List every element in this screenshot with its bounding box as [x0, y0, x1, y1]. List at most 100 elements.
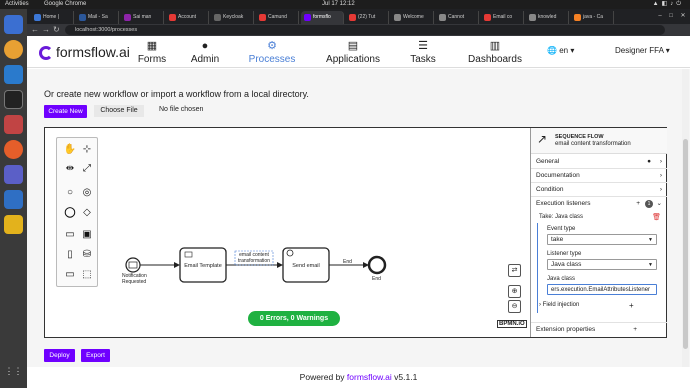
group-condition[interactable]: Condition › — [531, 183, 667, 197]
bpmn-io-watermark[interactable]: BPMN.iO — [497, 320, 527, 328]
language-selector[interactable]: 🌐 en ▾ — [547, 46, 574, 55]
footer-brand-link[interactable]: formsflow.ai — [347, 372, 392, 382]
nav-applications-label: Applications — [326, 54, 380, 65]
scrollbar-thumb[interactable] — [683, 139, 688, 349]
activities-button[interactable]: Activities — [5, 0, 29, 9]
close-window-icon[interactable]: ✕ — [679, 12, 687, 20]
browser-tab[interactable]: Sai man — [121, 11, 164, 24]
writer-app-icon[interactable] — [4, 190, 23, 209]
browser-toolbar: ← → ↻ localhost:3000/processes — [27, 24, 690, 36]
browser-tab[interactable]: (22) Tut — [346, 11, 389, 24]
terminal-app-icon[interactable] — [4, 90, 23, 109]
nav-processes[interactable]: ⚙ Processes — [247, 40, 297, 65]
java-class-input[interactable]: ers.execution.EmailAttributesListener — [547, 284, 657, 295]
browser-tab[interactable]: Keycloak — [211, 11, 254, 24]
align-tool-icon[interactable]: ⇄ — [508, 264, 521, 277]
validation-status-badge[interactable]: 0 Errors, 0 Warnings — [248, 311, 340, 326]
tab-favicon-icon — [529, 14, 536, 21]
reload-icon[interactable]: ↻ — [53, 25, 60, 35]
active-app-label: Google Chrome — [44, 1, 87, 7]
files-app-icon[interactable] — [4, 15, 23, 34]
choose-file-button[interactable]: Choose File — [94, 105, 144, 117]
nav-dashboards[interactable]: ▥ Dashboards — [463, 40, 527, 65]
tasks-icon: ☰ — [418, 40, 428, 52]
dropdown-icon: ▼ — [648, 237, 653, 243]
zoom-in-icon[interactable]: ⊕ — [508, 285, 521, 298]
bpmn-canvas[interactable]: ✋ ⊹ ⇹ ⤢ ○ ◎ ◯ ◇ ▭ ▣ ▯ ⛁ ▭ ⬚ Notification… — [45, 128, 530, 337]
browser-tab[interactable]: Welcome — [391, 11, 434, 24]
chrome-app-icon[interactable] — [4, 40, 23, 59]
formsflow-logo[interactable]: formsflow.ai — [39, 44, 130, 60]
nav-admin[interactable]: ● Admin — [185, 40, 225, 65]
browser-tab[interactable]: formsflo — [301, 11, 344, 24]
properties-header: ↗ SEQUENCE FLOW email content transforma… — [531, 128, 667, 154]
tab-favicon-icon — [439, 14, 446, 21]
maximize-icon[interactable]: □ — [667, 12, 675, 20]
tab-label: Cannot — [448, 14, 465, 20]
end-event[interactable] — [367, 255, 387, 275]
browser-tab[interactable]: Home | — [31, 11, 74, 24]
browser-tab[interactable]: Account — [166, 11, 209, 24]
browser-tab[interactable]: java - Ca — [571, 11, 614, 24]
user-menu[interactable]: Designer FFA ▾ — [615, 46, 670, 55]
browser-tab[interactable]: Email co — [481, 11, 524, 24]
add-extension-icon[interactable]: + — [633, 323, 637, 337]
user-name: Designer FFA — [615, 46, 664, 55]
field-injection-row[interactable]: › Field injection — [539, 302, 579, 308]
forms-icon: ▦ — [146, 40, 158, 52]
group-extension-properties[interactable]: Extension properties + — [531, 322, 667, 336]
vscode-app-icon[interactable] — [4, 65, 23, 84]
group-execution-listeners[interactable]: Execution listeners +1 ⌄ — [531, 197, 667, 211]
firefox-app-icon[interactable] — [4, 140, 23, 159]
listener-type-select[interactable]: Java class ▼ — [547, 259, 657, 270]
browser-tab-strip: Home | Mail - Sa Sai man Account Keycloak Cam… — [27, 9, 690, 24]
browser-tab[interactable]: Camund — [256, 11, 299, 24]
tab-label: java - Ca — [583, 14, 604, 20]
create-new-button[interactable]: Create New — [44, 105, 87, 118]
element-type: SEQUENCE FLOW — [555, 134, 604, 140]
group-general[interactable]: General ● › — [531, 155, 667, 169]
deploy-button[interactable]: Deploy — [44, 349, 75, 362]
add-field-injection-icon[interactable]: + — [629, 301, 634, 310]
bpmn-modeler: ✋ ⊹ ⇹ ⤢ ○ ◎ ◯ ◇ ▭ ▣ ▯ ⛁ ▭ ⬚ Notification… — [44, 127, 667, 338]
nav-processes-label: Processes — [248, 54, 296, 65]
delete-listener-icon[interactable]: 🗑 — [652, 213, 661, 221]
add-listener-icon[interactable]: + — [636, 197, 640, 211]
tab-label: (22) Tut — [358, 14, 376, 20]
back-icon[interactable]: ← — [31, 25, 39, 35]
system-tray-icons[interactable]: ▲◧♪⏻ — [653, 0, 684, 9]
forward-icon[interactable]: → — [42, 25, 50, 35]
export-button[interactable]: Export — [81, 349, 110, 362]
start-event[interactable] — [125, 257, 141, 273]
properties-panel: ↗ SEQUENCE FLOW email content transforma… — [530, 128, 667, 337]
admin-icon: ● — [201, 40, 209, 52]
notes-app-icon[interactable] — [4, 215, 23, 234]
browser-tab[interactable]: knowled — [526, 11, 569, 24]
extension-properties-label: Extension properties — [536, 326, 596, 333]
minimize-icon[interactable]: – — [656, 12, 664, 20]
event-type-select[interactable]: take ▼ — [547, 234, 657, 245]
nav-tasks[interactable]: ☰ Tasks — [405, 40, 441, 65]
tab-favicon-icon — [304, 14, 311, 21]
browser-tab[interactable]: Cannot — [436, 11, 479, 24]
page-scrollbar[interactable] — [682, 69, 689, 367]
system-clock[interactable]: Jul 17 12:12 — [322, 0, 355, 9]
system-top-bar: Activities Google Chrome Jul 17 12:12 ▲◧… — [0, 0, 690, 9]
flow-label-line2: transformation — [238, 258, 270, 264]
nav-forms[interactable]: ▦ Forms — [132, 40, 172, 65]
address-bar[interactable]: localhost:3000/processes — [65, 25, 665, 35]
listener-title[interactable]: Take: Java class — [539, 214, 583, 220]
show-apps-icon[interactable]: ⋮⋮ — [4, 362, 23, 381]
zoom-out-icon[interactable]: ⊖ — [508, 300, 521, 313]
bpmn-diagram — [125, 247, 387, 283]
send-email-label: Send email — [292, 263, 320, 269]
tab-label: Email co — [493, 14, 513, 20]
teams-app-icon[interactable] — [4, 165, 23, 184]
group-documentation[interactable]: Documentation › — [531, 169, 667, 183]
sequence-flow-icon: ↗ — [537, 132, 548, 146]
editor-app-icon[interactable] — [4, 115, 23, 134]
start-label-line2: Requested — [122, 279, 147, 285]
chevron-right-icon: › — [659, 172, 662, 179]
browser-tab[interactable]: Mail - Sa — [76, 11, 119, 24]
nav-applications[interactable]: ▤ Applications — [323, 40, 383, 65]
